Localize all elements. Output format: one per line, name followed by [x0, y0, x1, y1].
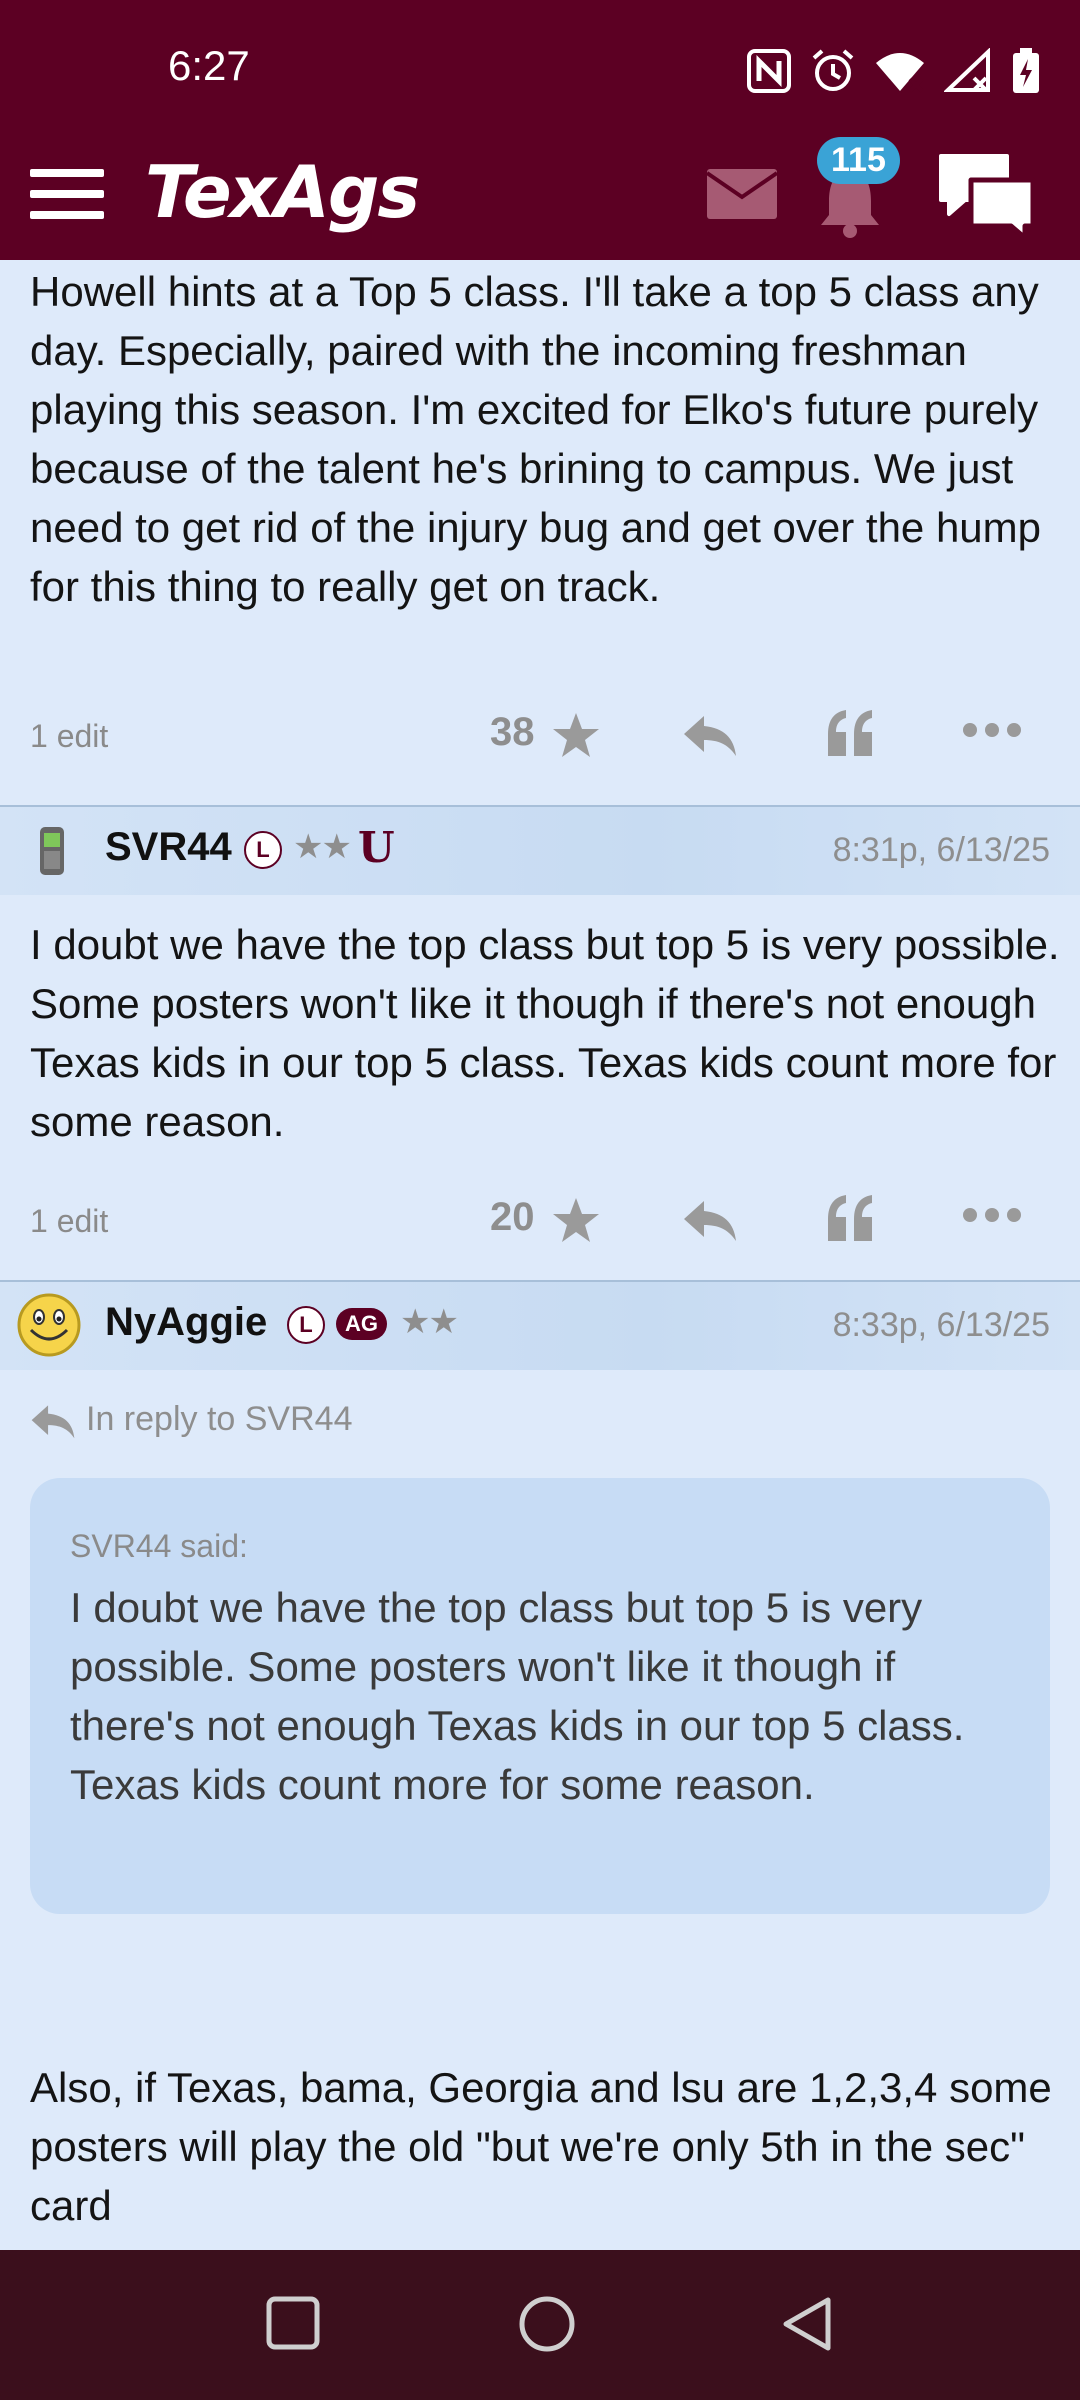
recents-icon[interactable]	[265, 2295, 321, 2351]
notification-count-badge[interactable]: 115	[817, 137, 900, 184]
alarm-icon	[812, 49, 854, 91]
mail-icon[interactable]	[705, 167, 779, 221]
post-2: I doubt we have the top class but top 5 …	[0, 895, 1080, 1280]
star-icon[interactable]	[550, 1195, 602, 1247]
post-timestamp[interactable]: 8:31p, 6/13/25	[833, 831, 1050, 870]
status-icons	[746, 48, 1040, 94]
post-body-text: I doubt we have the top class but top 5 …	[30, 921, 1060, 1145]
post-header: SVR44 L ★★ U 8:31p, 6/13/25	[0, 807, 1080, 895]
nfc-icon	[747, 49, 791, 93]
rating-count: 20	[490, 1195, 535, 1239]
signal-icon	[944, 48, 990, 92]
post-1: Howell hints at a Top 5 class. I'll take…	[0, 260, 1080, 805]
in-reply-link[interactable]: In reply to SVR44	[30, 1400, 352, 1440]
system-nav-bar	[0, 2250, 1080, 2400]
reply-icon[interactable]	[682, 1197, 738, 1243]
ag-badge: AG	[336, 1308, 387, 1340]
username[interactable]: SVR44	[105, 825, 232, 870]
post-actions: 1 edit 20	[0, 1183, 1080, 1263]
more-options-icon[interactable]	[962, 1207, 1022, 1223]
wifi-icon	[876, 53, 924, 93]
edit-count[interactable]: 1 edit	[30, 718, 108, 755]
post-header: NyAggie L AG ★★ 8:33p, 6/13/25	[0, 1282, 1080, 1370]
quote-text: I doubt we have the top class but top 5 …	[70, 1584, 965, 1808]
menu-icon[interactable]	[28, 155, 108, 235]
university-logo-icon: U	[358, 823, 395, 872]
more-options-icon[interactable]	[962, 722, 1022, 738]
post-body-text: Howell hints at a Top 5 class. I'll take…	[30, 268, 1042, 610]
status-bar: 6:27	[0, 0, 1080, 145]
quote-icon[interactable]	[824, 1193, 876, 1243]
post-actions: 1 edit 38	[0, 698, 1080, 778]
letterman-badge: L	[244, 831, 282, 869]
back-icon[interactable]	[780, 2295, 834, 2353]
user-stars: ★★	[293, 827, 352, 867]
reply-icon[interactable]	[682, 712, 738, 758]
smiley-avatar-icon[interactable]	[16, 1292, 82, 1358]
home-icon[interactable]	[518, 2295, 576, 2353]
post-body-text: Also, if Texas, bama, Georgia and lsu ar…	[30, 2064, 1052, 2229]
post-timestamp[interactable]: 8:33p, 6/13/25	[833, 1306, 1050, 1345]
star-icon[interactable]	[550, 710, 602, 762]
chat-icon[interactable]	[935, 150, 1039, 240]
quote-block: SVR44 said: I doubt we have the top clas…	[30, 1478, 1050, 1914]
quote-author: SVR44 said:	[70, 1528, 248, 1564]
letterman-badge: L	[287, 1306, 325, 1344]
in-reply-text: In reply to SVR44	[86, 1400, 353, 1438]
rating-count: 38	[490, 710, 535, 754]
battery-charging-icon	[1013, 48, 1039, 93]
texags-logo[interactable]: TexAgs	[145, 150, 420, 234]
edit-count[interactable]: 1 edit	[30, 1203, 108, 1240]
user-stars: ★★	[400, 1302, 459, 1342]
phone-avatar-icon[interactable]	[38, 825, 66, 877]
reply-icon	[31, 1405, 75, 1439]
status-time: 6:27	[168, 42, 250, 89]
app-header: TexAgs 115	[0, 137, 1080, 260]
quote-icon[interactable]	[824, 708, 876, 758]
username[interactable]: NyAggie	[105, 1300, 267, 1345]
